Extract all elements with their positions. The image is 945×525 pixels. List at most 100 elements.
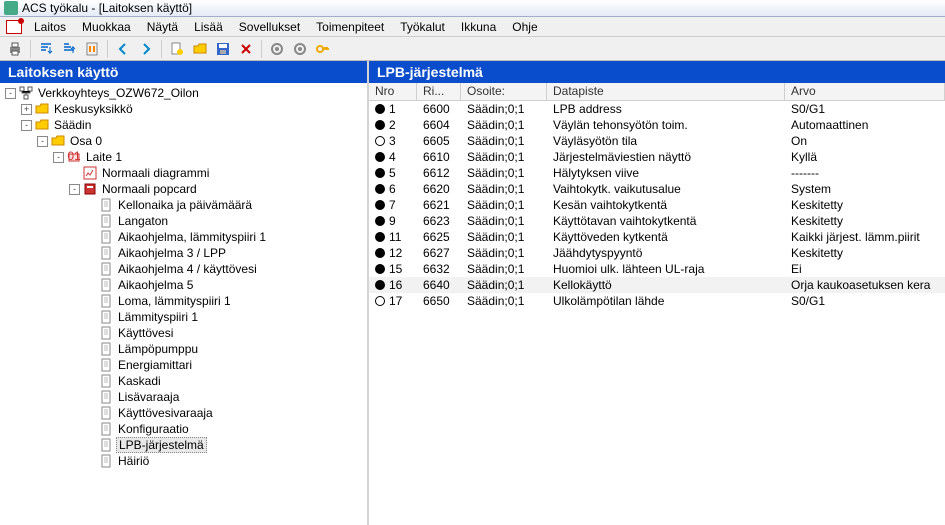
right-pane: LPB-järjestelmä Nro Ri... Osoite: Datapi… [369,61,945,525]
status-dot-icon [375,248,385,258]
back-button[interactable] [112,39,134,59]
save-button[interactable] [212,39,234,59]
cell-osoite: Säädin;0;1 [461,182,547,196]
tree-root[interactable]: - Verkkoyhteys_OZW672_Oilon [0,85,367,101]
tree-leaf[interactable]: Konfiguraatio [0,421,367,437]
menu-laitos[interactable]: Laitos [26,18,74,36]
grid-row[interactable]: 116625Säädin;0;1Käyttöveden kytkentäKaik… [369,229,945,245]
cell-datapiste: Huomioi ulk. lähteen UL-raja [547,262,785,276]
open-button[interactable] [189,39,211,59]
tree-node[interactable]: - 01 Laite 1 [0,149,367,165]
grid-row[interactable]: 76621Säädin;0;1Kesän vaihtokytkentäKeski… [369,197,945,213]
expand-icon[interactable]: - [5,88,16,99]
grid-row[interactable]: 126627Säädin;0;1JäähdytyspyyntöKeskitett… [369,245,945,261]
menu-ohje[interactable]: Ohje [504,18,545,36]
cell-ri: 6604 [417,118,461,132]
new-page-button[interactable] [166,39,188,59]
cell-arvo: Automaattinen [785,118,945,132]
tree-leaf[interactable]: Aikaohjelma, lämmityspiiri 1 [0,229,367,245]
tree-leaf[interactable]: Langaton [0,213,367,229]
menu-ikkuna[interactable]: Ikkuna [453,18,504,36]
cell-arvo: Keskitetty [785,198,945,212]
tree-leaf[interactable]: Kellonaika ja päivämäärä [0,197,367,213]
col-arvo[interactable]: Arvo [785,83,945,100]
tree-node[interactable]: - Normaali popcard [0,181,367,197]
col-ri[interactable]: Ri... [417,83,461,100]
tree-node[interactable]: - Säädin [0,117,367,133]
grid-row[interactable]: 166640Säädin;0;1KellokäyttöOrja kaukoase… [369,277,945,293]
status-dot-icon [375,280,385,290]
grid-row[interactable]: 46610Säädin;0;1Järjestelmäviestien näytt… [369,149,945,165]
left-pane: Laitoksen käyttö - Verkkoyhteys_OZW672_O… [0,61,369,525]
grid-row[interactable]: 36605Säädin;0;1Väyläsyötön tilaOn [369,133,945,149]
tree-leaf[interactable]: Loma, lämmityspiiri 1 [0,293,367,309]
menu-muokkaa[interactable]: Muokkaa [74,18,139,36]
grid-row[interactable]: 56612Säädin;0;1Hälytyksen viive------- [369,165,945,181]
cell-nro: 17 [369,294,417,308]
grid-row[interactable]: 66620Säädin;0;1Vaihtokytk. vaikutusalueS… [369,181,945,197]
cell-datapiste: Jäähdytyspyyntö [547,246,785,260]
settings-button-1[interactable] [266,39,288,59]
tree-leaf[interactable]: LPB-järjestelmä [0,437,367,453]
tree-leaf[interactable]: Energiamittari [0,357,367,373]
cell-arvo: Kaikki järjest. lämm.piirit [785,230,945,244]
expand-icon[interactable]: - [21,120,32,131]
cell-nro: 3 [369,134,417,148]
expand-icon[interactable]: - [53,152,64,163]
cell-arvo: ------- [785,166,945,180]
delete-button[interactable] [235,39,257,59]
tree-leaf[interactable]: Aikaohjelma 5 [0,277,367,293]
tree-label: Osa 0 [68,134,104,148]
page-icon [99,310,113,324]
col-osoite[interactable]: Osoite: [461,83,547,100]
grid-row[interactable]: 16600Säädin;0;1LPB addressS0/G1 [369,101,945,117]
cell-arvo: S0/G1 [785,294,945,308]
menu-tyokalut[interactable]: Työkalut [392,18,453,36]
grid-row[interactable]: 176650Säädin;0;1Ulkolämpötilan lähdeS0/G… [369,293,945,309]
status-dot-icon [375,104,385,114]
forward-button[interactable] [135,39,157,59]
tree-view[interactable]: - Verkkoyhteys_OZW672_Oilon + Keskusyksi… [0,83,367,525]
print-button[interactable] [4,39,26,59]
tree-leaf[interactable]: Käyttövesi [0,325,367,341]
tree-node[interactable]: Normaali diagrammi [0,165,367,181]
cell-osoite: Säädin;0;1 [461,294,547,308]
expand-icon[interactable]: + [21,104,32,115]
grid-row[interactable]: 96623Säädin;0;1Käyttötavan vaihtokytkent… [369,213,945,229]
tree-leaf[interactable]: Lisävaraaja [0,389,367,405]
tree-leaf[interactable]: Lämpöpumppu [0,341,367,357]
grid-row[interactable]: 26604Säädin;0;1Väylän tehonsyötön toim.A… [369,117,945,133]
tree-node[interactable]: + Keskusyksikkö [0,101,367,117]
sort-button-1[interactable] [35,39,57,59]
tree-leaf[interactable]: Aikaohjelma 4 / käyttövesi [0,261,367,277]
menu-sovellukset[interactable]: Sovellukset [231,18,308,36]
tree-node[interactable]: - Osa 0 [0,133,367,149]
grid-body[interactable]: 16600Säädin;0;1LPB addressS0/G126604Sääd… [369,101,945,525]
page-icon [99,374,113,388]
tree-label: Energiamittari [116,358,194,372]
app-icon [4,1,18,15]
tree-leaf[interactable]: Käyttövesivaraaja [0,405,367,421]
expand-icon[interactable]: - [37,136,48,147]
key-button[interactable] [312,39,334,59]
cell-nro: 15 [369,262,417,276]
document-icon[interactable] [6,20,22,34]
toggle-button[interactable] [81,39,103,59]
sort-button-2[interactable] [58,39,80,59]
settings-button-2[interactable] [289,39,311,59]
col-nro[interactable]: Nro [369,83,417,100]
tree-leaf[interactable]: Lämmityspiiri 1 [0,309,367,325]
tree-leaf[interactable]: Aikaohjelma 3 / LPP [0,245,367,261]
menu-nayta[interactable]: Näytä [139,18,186,36]
menu-toimenpiteet[interactable]: Toimenpiteet [308,18,392,36]
expand-icon [85,296,96,307]
tree-label: Konfiguraatio [116,422,191,436]
tree-leaf[interactable]: Kaskadi [0,373,367,389]
menu-lisaa[interactable]: Lisää [186,18,231,36]
tree-leaf[interactable]: Häiriö [0,453,367,469]
status-dot-icon [375,216,385,226]
expand-icon[interactable]: - [69,184,80,195]
expand-icon [85,376,96,387]
col-datapiste[interactable]: Datapiste [547,83,785,100]
grid-row[interactable]: 156632Säädin;0;1Huomioi ulk. lähteen UL-… [369,261,945,277]
